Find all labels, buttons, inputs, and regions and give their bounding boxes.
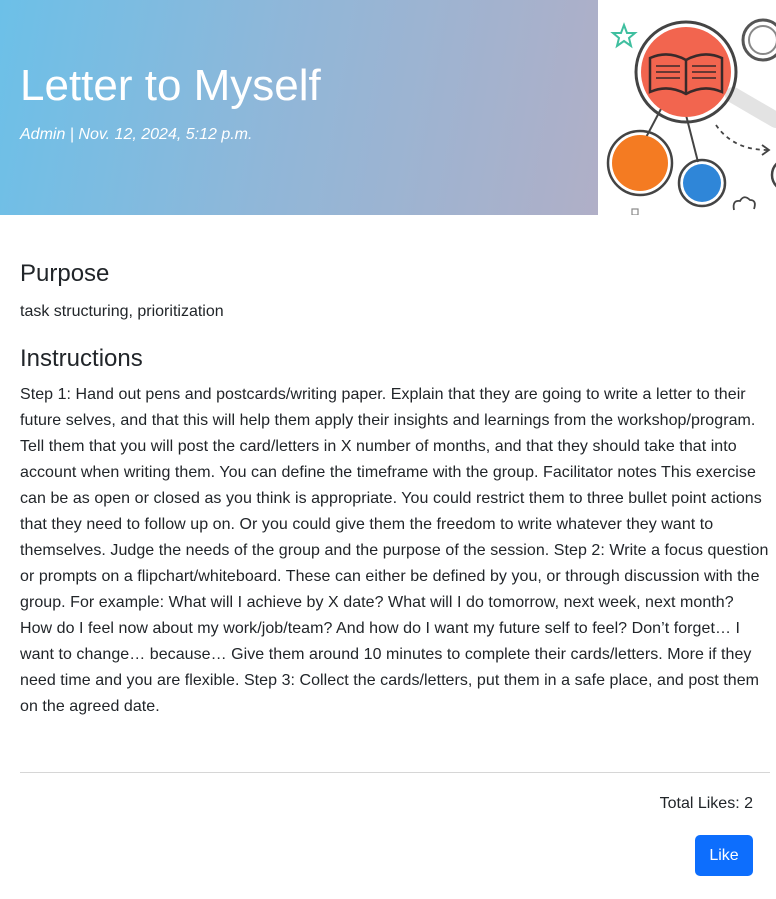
- purpose-text: task structuring, prioritization: [20, 302, 224, 320]
- hero-gradient: Letter to Myself Admin | Nov. 12, 2024, …: [0, 0, 598, 215]
- instructions-text: Step 1: Hand out pens and postcards/writ…: [20, 385, 769, 715]
- divider: [20, 772, 770, 773]
- instructions-heading: Instructions: [20, 344, 143, 372]
- total-likes-count: Total Likes: 2: [659, 795, 753, 812]
- activity-content: Purpose task structuring, prioritization…: [20, 255, 770, 720]
- mind-map-book-illustration-icon: [598, 0, 776, 215]
- post-meta: Admin | Nov. 12, 2024, 5:12 p.m.: [20, 126, 253, 143]
- hero-banner: Letter to Myself Admin | Nov. 12, 2024, …: [0, 0, 776, 215]
- page-title: Letter to Myself: [20, 61, 321, 110]
- purpose-heading: Purpose: [20, 260, 110, 287]
- like-button[interactable]: Like: [695, 835, 753, 876]
